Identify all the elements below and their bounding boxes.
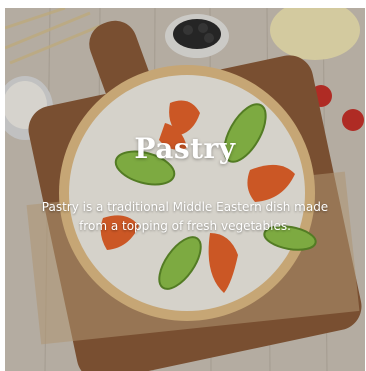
photo-overlay [5, 8, 365, 371]
card-title: Pastry [134, 132, 236, 165]
card-description: Pastry is a traditional Middle Eastern d… [41, 200, 329, 233]
pastry-card[interactable]: Pastry Pastry is a traditional Middle Ea… [5, 8, 365, 371]
